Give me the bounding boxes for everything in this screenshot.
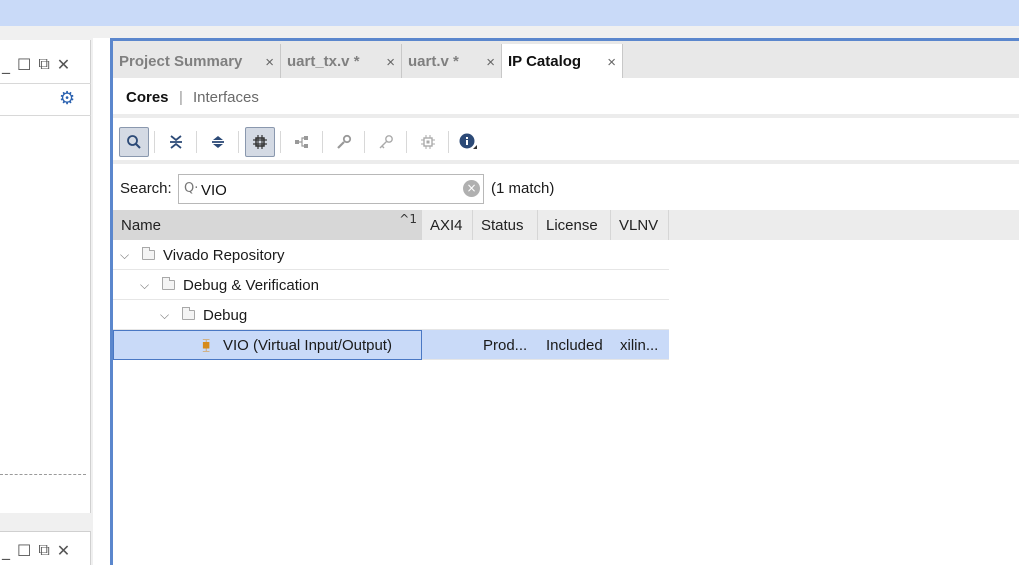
tab-label: uart_tx.v * bbox=[287, 52, 360, 70]
search-label: Search: bbox=[120, 180, 172, 197]
row-name: Debug bbox=[203, 306, 248, 324]
tree-row-vivado-repository[interactable]: ⌵ Vivado Repository bbox=[113, 240, 669, 270]
left-panel-header: _ ☐ ⧉ ✕ bbox=[0, 40, 91, 84]
clear-icon[interactable]: × bbox=[463, 180, 480, 197]
float-icon[interactable]: ⧉ bbox=[38, 540, 49, 560]
column-name[interactable]: Name ^1 bbox=[113, 210, 422, 240]
close-icon[interactable]: × bbox=[386, 54, 395, 71]
maximize-icon[interactable]: ☐ bbox=[17, 541, 31, 560]
column-axi4[interactable]: AXI4 bbox=[422, 210, 473, 240]
float-icon[interactable]: ⧉ bbox=[38, 54, 49, 74]
close-icon[interactable]: ✕ bbox=[57, 541, 70, 560]
gear-icon[interactable]: ⚙ bbox=[59, 88, 75, 109]
tab-label: IP Catalog bbox=[508, 52, 582, 70]
subtab-cores[interactable]: Cores bbox=[126, 89, 169, 106]
tree-row-debug-verification[interactable]: ⌵ Debug & Verification bbox=[113, 270, 669, 300]
left-lower-window-controls: _ ☐ ⧉ ✕ bbox=[2, 540, 70, 560]
row-vlnv: xilin... bbox=[620, 336, 659, 354]
search-input[interactable] bbox=[201, 180, 461, 200]
left-panel: _ ☐ ⧉ ✕ ⚙ bbox=[0, 40, 91, 513]
search-icon: Q· bbox=[184, 181, 199, 196]
editor-tab-bar: Project Summary × uart_tx.v * × uart.v *… bbox=[113, 41, 1019, 78]
subtab-interfaces[interactable]: Interfaces bbox=[193, 89, 259, 106]
tab-label: uart.v * bbox=[408, 52, 459, 70]
column-label: Status bbox=[481, 216, 524, 234]
left-panel-divider bbox=[0, 474, 86, 475]
table-header: Name ^1 AXI4 Status License VLNV bbox=[113, 210, 1019, 240]
hierarchy-icon[interactable] bbox=[287, 127, 317, 157]
chip-icon[interactable] bbox=[413, 127, 443, 157]
close-icon[interactable]: × bbox=[265, 54, 274, 71]
chevron-down-icon[interactable]: ⌵ bbox=[120, 240, 129, 270]
tab-project-summary[interactable]: Project Summary × bbox=[113, 44, 281, 78]
folder-icon bbox=[142, 247, 155, 260]
match-count: (1 match) bbox=[491, 180, 555, 197]
left-panel-window-controls: _ ☐ ⧉ ✕ bbox=[2, 54, 70, 74]
minimize-icon[interactable]: _ bbox=[2, 541, 10, 560]
row-name: VIO (Virtual Input/Output) bbox=[223, 336, 392, 354]
column-license[interactable]: License bbox=[538, 210, 611, 240]
search-icon[interactable] bbox=[119, 127, 149, 157]
ip-catalog-panel: Project Summary × uart_tx.v * × uart.v *… bbox=[110, 38, 1019, 565]
chevron-down-icon[interactable]: ⌵ bbox=[140, 270, 149, 300]
row-status: Prod... bbox=[483, 336, 528, 354]
tab-uart-tx[interactable]: uart_tx.v * × bbox=[281, 44, 402, 78]
expand-all-icon[interactable] bbox=[203, 127, 233, 157]
tab-ip-catalog[interactable]: IP Catalog × bbox=[502, 44, 623, 78]
minimize-icon[interactable]: _ bbox=[2, 55, 10, 74]
ip-core-icon: ⧯ bbox=[202, 337, 211, 353]
chevron-down-icon[interactable]: ⌵ bbox=[160, 300, 169, 330]
catalog-toolbar bbox=[113, 122, 1019, 164]
search-field[interactable]: Q· × bbox=[178, 174, 484, 204]
wrench-icon[interactable] bbox=[329, 127, 359, 157]
folder-icon bbox=[182, 307, 195, 320]
close-icon[interactable]: ✕ bbox=[57, 55, 70, 74]
column-label: VLNV bbox=[619, 216, 659, 234]
column-status[interactable]: Status bbox=[473, 210, 538, 240]
key-icon[interactable] bbox=[371, 127, 401, 157]
column-label: Name bbox=[121, 216, 162, 234]
left-panel-lower: _ ☐ ⧉ ✕ bbox=[0, 531, 91, 565]
sort-ascending-icon: ^1 bbox=[399, 212, 417, 226]
info-icon[interactable] bbox=[453, 127, 483, 157]
filter-icon[interactable] bbox=[245, 127, 275, 157]
folder-icon bbox=[162, 277, 175, 290]
left-panel-toolbar: ⚙ bbox=[0, 84, 91, 116]
tab-label: Project Summary bbox=[119, 52, 243, 70]
close-icon[interactable]: × bbox=[607, 54, 616, 71]
search-row: Search: Q· × (1 match) bbox=[113, 168, 1019, 210]
column-label: AXI4 bbox=[430, 216, 463, 234]
title-bar bbox=[0, 0, 1019, 26]
column-label: License bbox=[546, 216, 598, 234]
column-vlnv[interactable]: VLNV bbox=[611, 210, 669, 240]
close-icon[interactable]: × bbox=[486, 54, 495, 71]
view-subtabs: Cores | Interfaces bbox=[113, 78, 1019, 118]
tree-row-debug[interactable]: ⌵ Debug bbox=[113, 300, 669, 330]
row-name: Debug & Verification bbox=[183, 276, 319, 294]
tree-row-vio[interactable]: ⧯ VIO (Virtual Input/Output) Prod... Inc… bbox=[113, 330, 669, 360]
tab-uart[interactable]: uart.v * × bbox=[402, 44, 502, 78]
row-license: Included bbox=[546, 336, 603, 354]
row-name: Vivado Repository bbox=[163, 246, 285, 264]
window-gap bbox=[0, 26, 1019, 38]
subtab-separator: | bbox=[179, 89, 183, 106]
maximize-icon[interactable]: ☐ bbox=[17, 55, 31, 74]
collapse-all-icon[interactable] bbox=[161, 127, 191, 157]
